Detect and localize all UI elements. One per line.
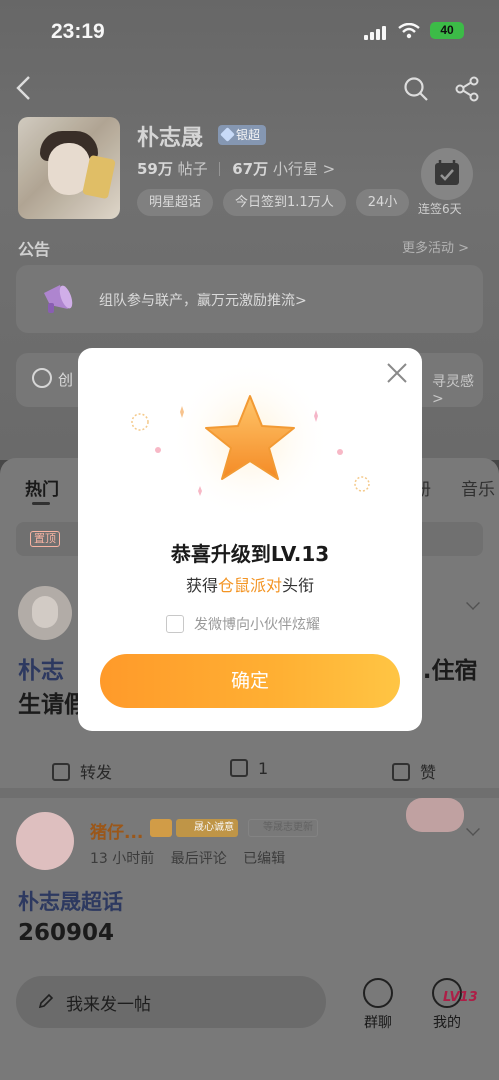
dialog-sub-suffix: 头衔	[282, 576, 315, 595]
title-name-highlight: 仓鼠派对	[217, 576, 282, 595]
star-illustration	[131, 360, 370, 520]
confirm-button[interactable]: 确定	[100, 654, 400, 708]
dialog-sub-prefix: 获得	[185, 576, 218, 595]
share-checkbox[interactable]	[166, 615, 184, 633]
page: 23:19 40 朴志晟 银超 59万 帖子 67万 小行星 > 明星超话 今日…	[0, 0, 499, 1080]
dialog-title: 恭喜升级到LV.13	[170, 542, 330, 566]
level-up-dialog: 恭喜升级到LV.13 获得仓鼠派对头衔 发微博向小伙伴炫耀 确定	[78, 348, 422, 731]
dialog-subtitle: 获得仓鼠派对头衔	[78, 572, 422, 596]
share-to-weibo-option[interactable]: 发微博向小伙伴炫耀	[166, 614, 320, 634]
share-checkbox-label: 发微博向小伙伴炫耀	[194, 617, 320, 633]
